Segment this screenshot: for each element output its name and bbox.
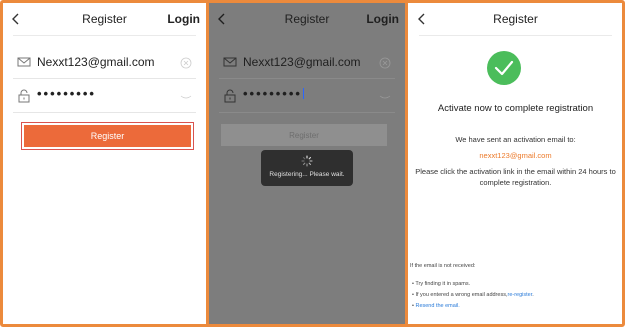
password-input[interactable]: ••••••••• (243, 86, 304, 101)
header: Register Login (3, 3, 206, 35)
email-field[interactable]: Nexxt123@gmail.com (219, 45, 395, 79)
clear-icon[interactable] (180, 56, 192, 69)
password-input[interactable]: ••••••••• (37, 86, 96, 101)
tip-wrong-text: • If you entered a wrong email address, (412, 292, 508, 298)
loading-toast: Registering... Please wait. (261, 150, 353, 186)
sent-email: nexxt123@gmail.com (479, 151, 552, 160)
frame-divider (405, 0, 408, 327)
login-link[interactable]: Login (167, 12, 200, 26)
tip-wrong-email: • If you entered a wrong email address,r… (412, 290, 534, 301)
re-register-link[interactable]: re-register (507, 292, 532, 298)
page-title: Register (493, 12, 538, 26)
toast-message: Registering... Please wait. (269, 171, 345, 178)
divider (13, 35, 196, 36)
text-cursor (302, 88, 304, 99)
sent-text: We have sent an activation email to: (455, 135, 576, 144)
password-value: ••••••••• (243, 86, 302, 101)
password-field[interactable]: ••••••••• (219, 79, 395, 113)
eye-closed-icon[interactable] (180, 90, 192, 102)
register-button-highlight: Register (21, 122, 194, 150)
register-screen-input: Register Login Nexxt123@gmail.com ••••••… (3, 3, 206, 324)
lock-icon (17, 89, 31, 103)
activation-screen: Register Activate now to complete regist… (409, 3, 622, 324)
register-button[interactable]: Register (24, 125, 191, 147)
spinner-icon (301, 154, 313, 167)
email-input[interactable]: Nexxt123@gmail.com (243, 55, 361, 69)
activate-heading: Activate now to complete registration (437, 103, 594, 114)
login-link[interactable]: Login (366, 12, 399, 26)
header: Register Login (209, 3, 405, 35)
check-icon (487, 51, 521, 85)
tip-wrong-end: . (532, 292, 534, 298)
eye-closed-icon[interactable] (379, 90, 391, 102)
divider (419, 35, 612, 36)
tips-list: • Try finding it in spams. • If you ente… (412, 279, 534, 312)
register-button[interactable]: Register (221, 124, 387, 146)
mail-icon (17, 55, 31, 69)
resend-email-link[interactable]: Resend the email. (415, 303, 459, 309)
header: Register (409, 3, 622, 35)
instruction-text: Please click the activation link in the … (415, 167, 616, 187)
register-screen-loading: Register Login Nexxt123@gmail.com ••••••… (209, 3, 405, 324)
clear-icon[interactable] (379, 56, 391, 69)
not-received-heading: If the email is not received: (410, 263, 476, 269)
email-input[interactable]: Nexxt123@gmail.com (37, 55, 155, 69)
password-field[interactable]: ••••••••• (13, 79, 196, 113)
lock-icon (223, 89, 237, 103)
email-field[interactable]: Nexxt123@gmail.com (13, 45, 196, 79)
tip-resend: • Resend the email. (412, 301, 534, 312)
tip-spam: • Try finding it in spams. (412, 281, 471, 287)
mail-icon (223, 55, 237, 69)
